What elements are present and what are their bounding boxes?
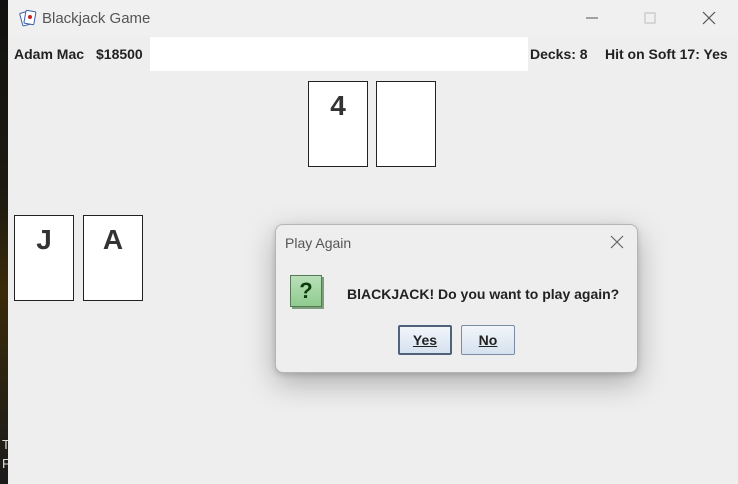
title-bar[interactable]: Blackjack Game	[8, 0, 738, 36]
dialog-title: Play Again	[285, 235, 352, 251]
player-card: J	[14, 215, 74, 301]
dialog-close-icon[interactable]	[609, 234, 625, 250]
close-button[interactable]	[680, 0, 738, 36]
maximize-icon	[644, 12, 656, 24]
no-button[interactable]: No	[461, 325, 515, 355]
yes-button[interactable]: Yes	[398, 325, 452, 355]
dialog-message: BlACKJACK! Do you want to play again?	[347, 286, 620, 302]
close-icon	[702, 11, 716, 25]
desktop-background	[0, 0, 8, 484]
window-title: Blackjack Game	[42, 10, 151, 27]
soft17-rule: Hit on Soft 17: Yes	[605, 46, 728, 62]
dealer-hidden-card	[376, 81, 436, 167]
minimize-button[interactable]	[563, 0, 621, 36]
playing-cards-icon	[19, 9, 37, 27]
question-icon: ?	[290, 275, 322, 307]
message-field[interactable]	[150, 37, 528, 71]
dealer-card: 4	[308, 81, 368, 167]
card-rank: A	[102, 224, 124, 255]
decks-count: Decks: 8	[530, 46, 588, 62]
card-rank: 4	[330, 90, 346, 121]
play-again-dialog: Play Again ? BlACKJACK! Do you want to p…	[275, 224, 638, 373]
maximize-button[interactable]	[621, 0, 679, 36]
info-bar: Adam Mac $18500 Decks: 8 Hit on Soft 17:…	[8, 36, 738, 71]
minimize-icon	[586, 17, 598, 19]
card-rank: J	[36, 224, 52, 255]
player-card: A	[83, 215, 143, 301]
player-name: Adam Mac	[14, 46, 85, 62]
player-balance: $18500	[96, 46, 143, 62]
